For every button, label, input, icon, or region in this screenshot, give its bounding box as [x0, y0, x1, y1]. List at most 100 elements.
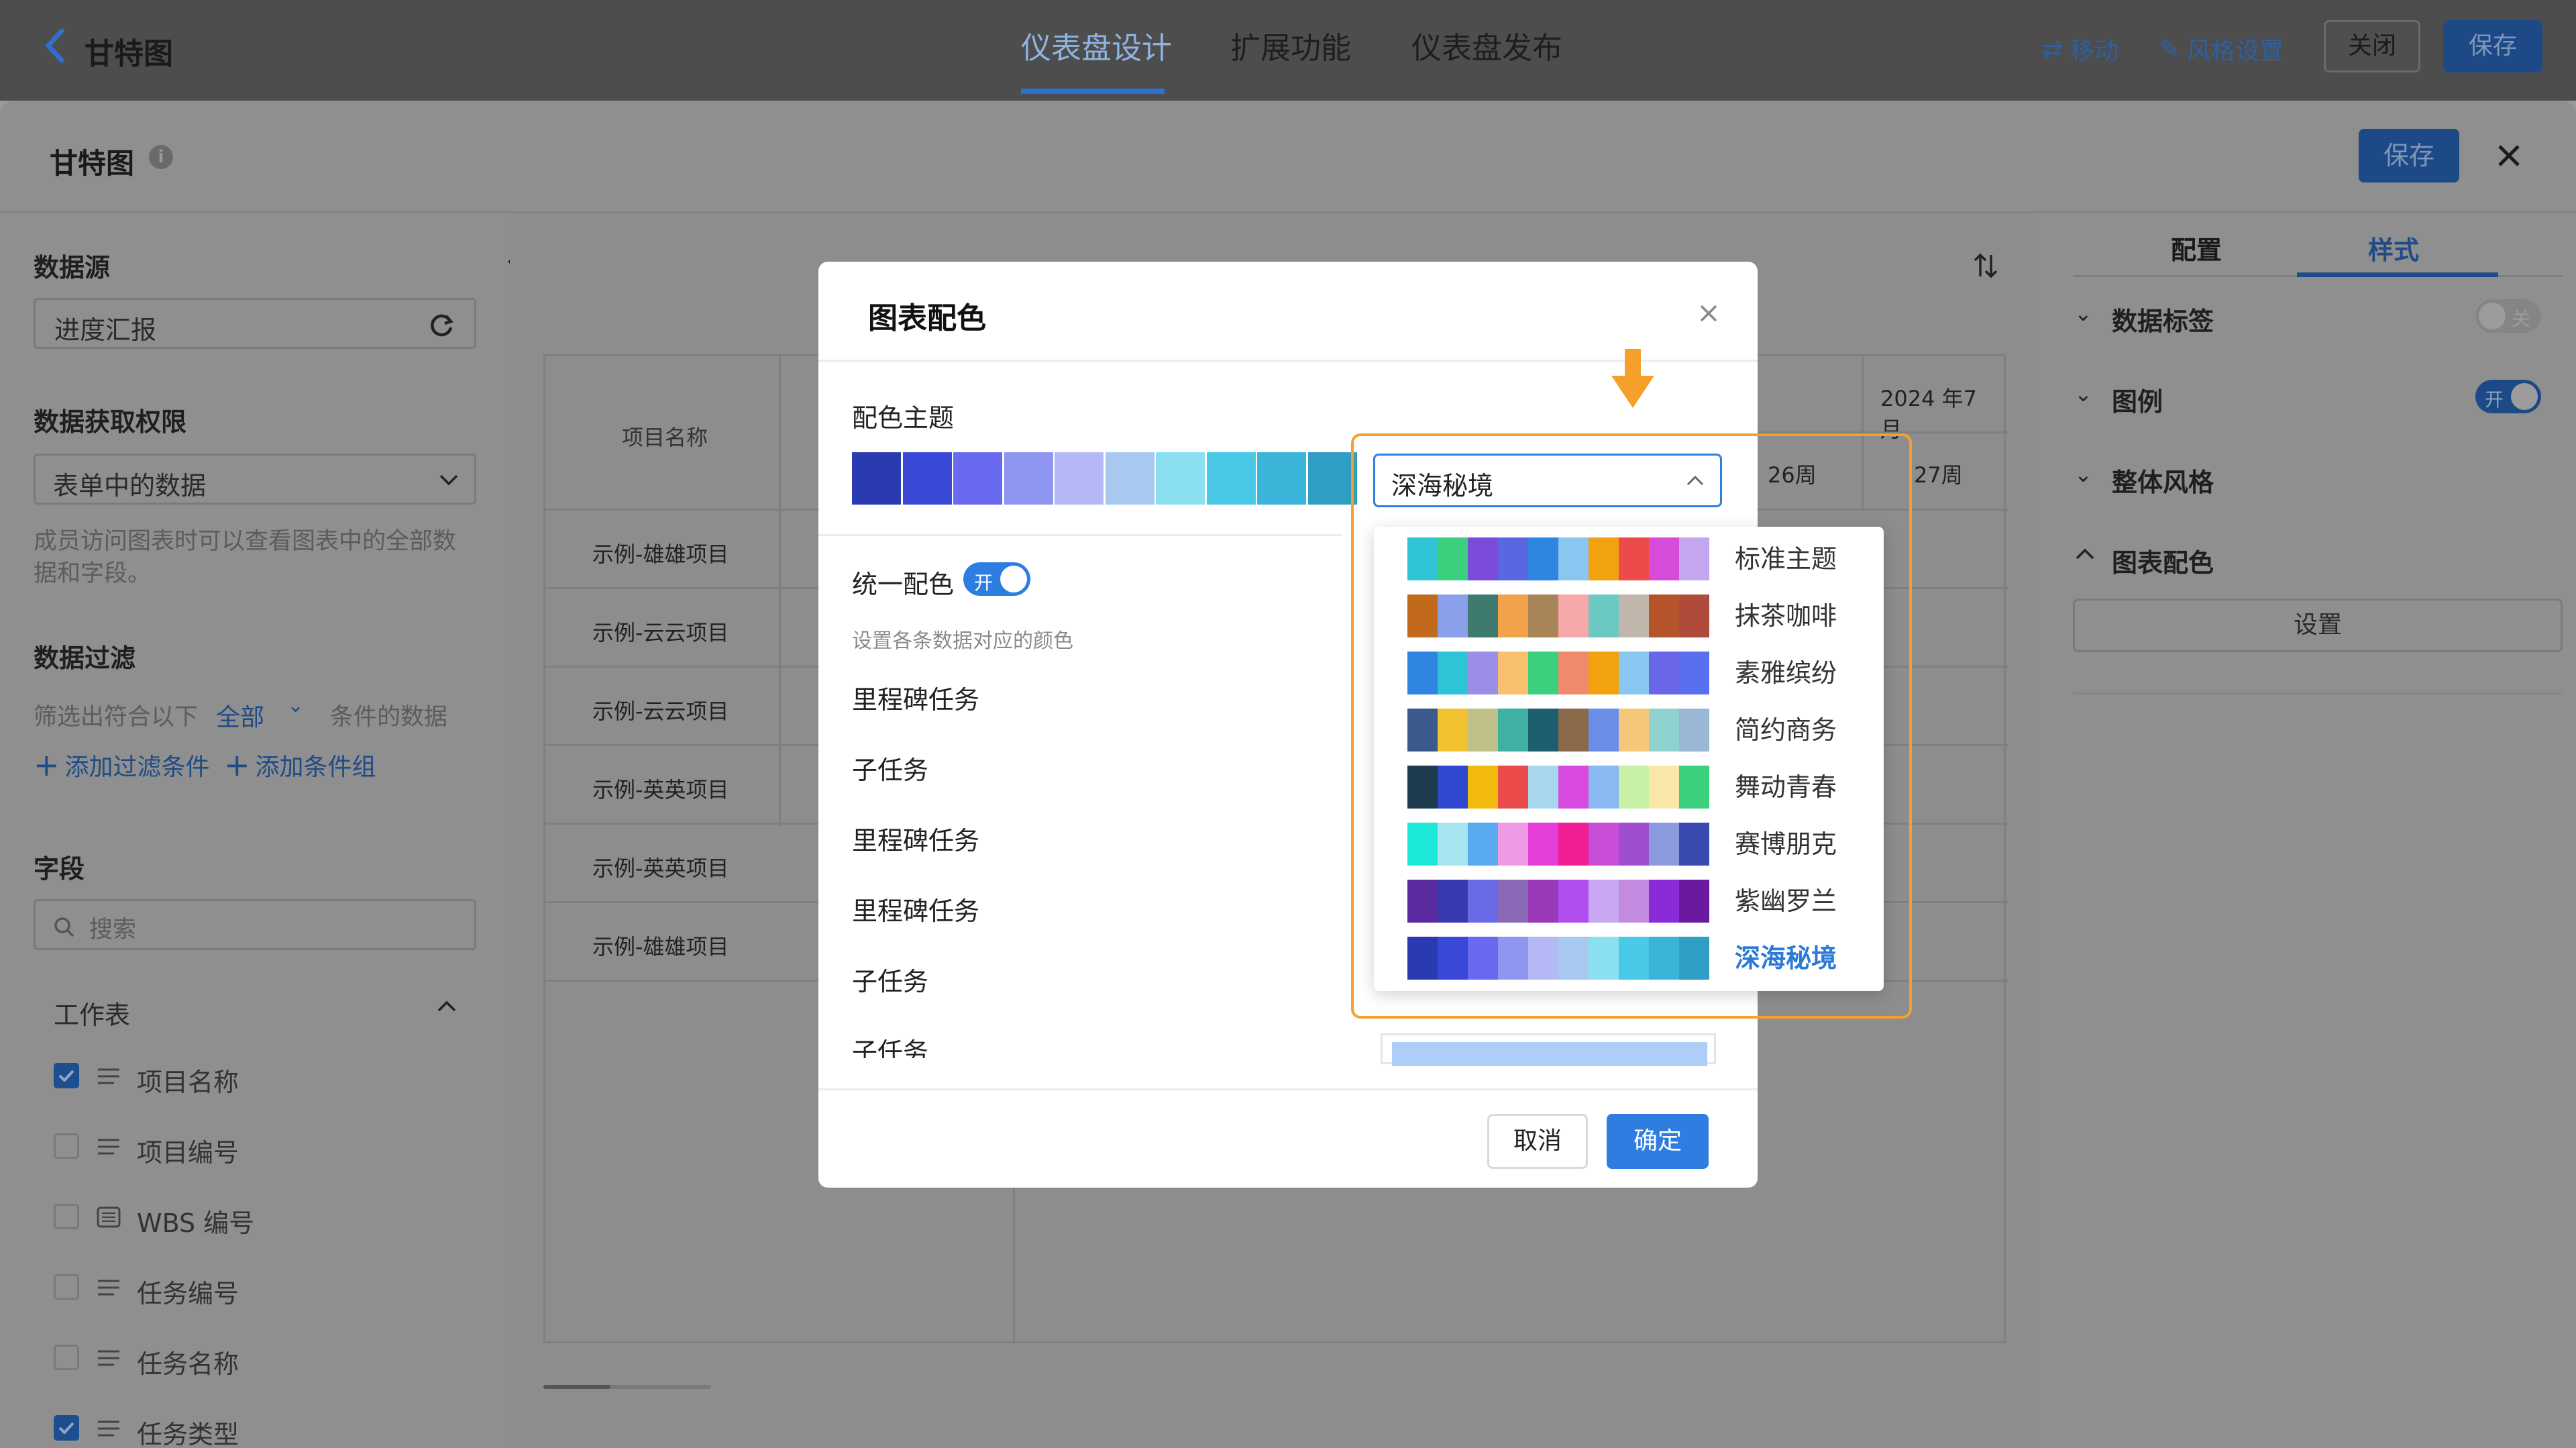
- chart-editor-header: 甘特图 i 保存: [0, 101, 2576, 211]
- field-checkbox[interactable]: [54, 1063, 79, 1088]
- info-icon[interactable]: i: [149, 145, 173, 169]
- unify-color-toggle[interactable]: 开: [963, 562, 1030, 596]
- field-search-input[interactable]: 搜索: [34, 899, 476, 950]
- back-chevron-icon[interactable]: [42, 25, 68, 66]
- tab-style[interactable]: 样式: [2368, 229, 2419, 266]
- permission-desc-line2: 据和字段。: [34, 560, 152, 587]
- series-item-label: 子任务: [852, 756, 929, 785]
- project-name-cell: 示例-云云项目: [592, 620, 729, 645]
- theme-preview-swatch: [1257, 452, 1306, 505]
- tab-extensions[interactable]: 扩展功能: [1230, 28, 1351, 68]
- theme-preview-swatch: [1004, 452, 1053, 505]
- worksheet-group-label[interactable]: 工作表: [54, 994, 130, 1031]
- scrollbar-thumb[interactable]: [543, 1385, 610, 1389]
- legend-section[interactable]: 图例: [2112, 381, 2163, 418]
- toggle-on-label: 开: [2485, 389, 2504, 411]
- datasource-select[interactable]: 进度汇报: [34, 298, 476, 349]
- field-label: 任务编号: [137, 1279, 239, 1308]
- field-checkbox[interactable]: [54, 1345, 79, 1370]
- series-item-label: 里程碑任务: [852, 896, 980, 926]
- permission-select[interactable]: 表单中的数据: [34, 454, 476, 505]
- data-label-toggle[interactable]: 关: [2475, 299, 2541, 333]
- series-item-label: 子任务: [852, 1037, 929, 1058]
- week-27-header: 27周: [1914, 462, 1963, 488]
- chevron-down-icon: [438, 472, 460, 488]
- field-checkbox[interactable]: [54, 1204, 79, 1229]
- field-item[interactable]: 任务名称: [54, 1338, 470, 1379]
- text-lines-icon: [95, 1064, 122, 1088]
- top-save-button[interactable]: 保存: [2443, 20, 2542, 72]
- series-color-fill: [1392, 1042, 1707, 1066]
- field-item[interactable]: 项目名称: [54, 1056, 470, 1097]
- theme-preview-swatch: [852, 452, 901, 505]
- search-icon: [53, 916, 76, 939]
- brush-icon: ✎: [2159, 34, 2180, 64]
- text-lines-icon: [95, 1346, 122, 1370]
- field-item[interactable]: 任务编号: [54, 1268, 470, 1308]
- theme-preview-swatch: [1156, 452, 1205, 505]
- field-checkbox[interactable]: [54, 1415, 79, 1441]
- field-item[interactable]: 项目编号: [54, 1127, 470, 1168]
- tab-dashboard-design[interactable]: 仪表盘设计: [1021, 28, 1172, 68]
- panel-save-button[interactable]: 保存: [2359, 129, 2459, 183]
- add-filter-button[interactable]: + 添加过滤条件: [34, 747, 210, 782]
- overall-style-section[interactable]: 整体风格: [2112, 462, 2214, 499]
- filter-prefix: 筛选出符合以下: [34, 704, 199, 731]
- chart-color-setting-button[interactable]: 设置: [2073, 599, 2563, 652]
- confirm-button[interactable]: 确定: [1607, 1114, 1709, 1169]
- series-item-label: 里程碑任务: [852, 685, 980, 715]
- add-group-button[interactable]: + 添加条件组: [224, 747, 376, 782]
- project-name-cell: 示例-云云项目: [592, 699, 729, 724]
- close-button[interactable]: 关闭: [2324, 20, 2420, 72]
- text-lines-icon: [95, 1276, 122, 1300]
- top-navigation-bar: 甘特图 仪表盘设计 扩展功能 仪表盘发布 ⇄ 移动 ✎ 风格设置 关闭 保存: [0, 0, 2576, 101]
- table-col-header: 项目名称: [622, 425, 708, 450]
- data-label-section[interactable]: 数据标签: [2112, 301, 2214, 338]
- field-checkbox[interactable]: [54, 1133, 79, 1159]
- style-setting-button[interactable]: ✎ 风格设置: [2159, 32, 2284, 66]
- add-filter-label: 添加过滤条件: [64, 754, 210, 781]
- field-label: 任务类型: [137, 1420, 239, 1448]
- cancel-button[interactable]: 取消: [1487, 1114, 1588, 1169]
- filter-all-select[interactable]: 全部: [216, 698, 264, 733]
- field-label: 项目名称: [137, 1068, 239, 1097]
- panel-close-icon[interactable]: [2494, 141, 2524, 170]
- permission-desc-line1: 成员访问图表时可以查看图表中的全部数: [34, 528, 457, 555]
- horizontal-scrollbar[interactable]: [543, 1385, 711, 1389]
- tab-dashboard-publish[interactable]: 仪表盘发布: [1411, 28, 1562, 68]
- project-name-cell: 示例-雄雄项目: [592, 934, 729, 960]
- field-item[interactable]: 任务类型: [54, 1408, 470, 1448]
- project-name-cell: 示例-英英项目: [592, 777, 729, 803]
- toggle-off-label: 关: [2512, 308, 2531, 330]
- dialog-title: 图表配色: [868, 301, 986, 335]
- sort-icon[interactable]: [1972, 251, 1999, 280]
- chevron-up-icon[interactable]: [2074, 546, 2096, 562]
- dialog-close-icon[interactable]: [1697, 302, 1720, 325]
- field-checkbox[interactable]: [54, 1274, 79, 1300]
- field-label: WBS 编号: [137, 1208, 255, 1238]
- plus-icon: +: [34, 747, 60, 783]
- toggle-knob: [2479, 303, 2506, 329]
- chevron-up-icon[interactable]: [436, 998, 458, 1015]
- refresh-icon[interactable]: [426, 309, 457, 340]
- legend-toggle[interactable]: 开: [2475, 380, 2541, 413]
- tab-config[interactable]: 配置: [2171, 229, 2222, 266]
- datasource-value: 进度汇报: [54, 315, 157, 345]
- move-button[interactable]: ⇄ 移动: [2042, 32, 2118, 66]
- theme-preview-swatch: [1307, 452, 1357, 505]
- filter-all-chevron-icon[interactable]: ⌄: [287, 694, 304, 717]
- chevron-down-icon[interactable]: ⌄: [2074, 301, 2092, 326]
- unify-color-desc: 设置各条数据对应的颜色: [852, 629, 1073, 653]
- theme-preview-swatch: [902, 452, 952, 505]
- right-style-panel: 配置 样式 ⌄ 数据标签 关 ⌄ 图例 开 ⌄ 整体风格 图表配色 设置: [2033, 213, 2576, 1448]
- field-item[interactable]: WBS 编号: [54, 1197, 470, 1238]
- chevron-down-icon[interactable]: ⌄: [2074, 381, 2092, 407]
- panel-title: 甘特图: [50, 147, 135, 180]
- dialog-footer-divider: [818, 1088, 1758, 1090]
- text-lines-icon: [95, 1416, 122, 1441]
- chart-color-section[interactable]: 图表配色: [2112, 542, 2214, 579]
- move-label: 移动: [2070, 38, 2118, 65]
- chevron-down-icon[interactable]: ⌄: [2074, 462, 2092, 487]
- field-label: 任务名称: [137, 1349, 239, 1379]
- series-color-bar-partial[interactable]: [1381, 1033, 1716, 1066]
